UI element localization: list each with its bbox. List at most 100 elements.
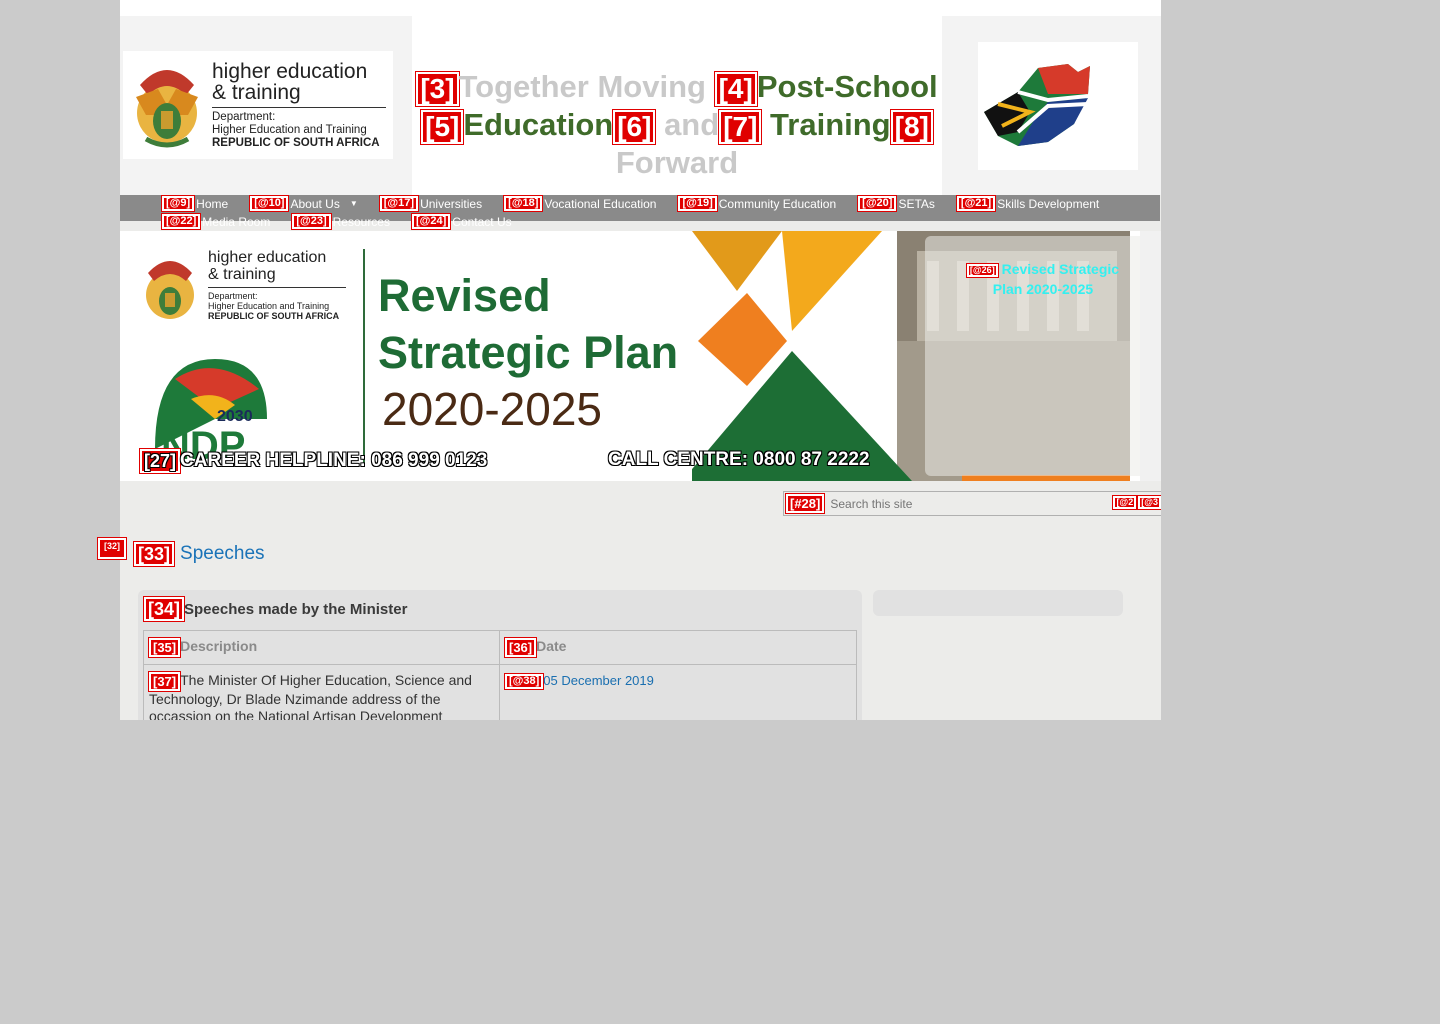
banner-side-strip — [1140, 231, 1161, 481]
annotation-tag: [33] — [132, 541, 176, 567]
strategic-plan-banner[interactable]: higher education & training Department: … — [120, 231, 1140, 481]
slogan-word: Forward — [615, 145, 739, 180]
page-title-text: Speeches — [180, 543, 265, 564]
nav-row-1: [@9] Home [@10] About Us ▼ [@17] Universitie… — [160, 195, 1121, 212]
nav-item-resources[interactable]: [@23] Resources — [291, 213, 390, 230]
nav-item-contact-us[interactable]: [@24] Contact Us — [410, 213, 512, 230]
search-buttons: [@2 [@3 — [1111, 495, 1161, 510]
banner-logo-sub3: REPUBLIC OF SOUTH AFRICA — [208, 311, 340, 321]
annotation-tag: [@26] — [965, 262, 999, 278]
logo-sub-line2: Higher Education and Training — [212, 123, 367, 136]
career-helpline: [27] CAREER HELPLINE: 086 999 0123 — [138, 448, 488, 474]
nav-label: Vocational Education — [544, 196, 657, 211]
search-input[interactable] — [828, 495, 1123, 512]
nav-item-skills-development[interactable]: [@21] Skills Development — [955, 195, 1100, 212]
banner-caption-link[interactable]: [@26] Revised Strategic Plan 2020-2025 — [958, 259, 1128, 299]
banner-headline-line2: Strategic Plan — [378, 327, 679, 378]
annotation-tag: [@10] — [249, 195, 290, 212]
sa-map-flag-icon — [984, 64, 1090, 146]
ndp-logo-icon: 2030 NDP — [155, 359, 267, 459]
banner-logo-title1: higher education — [208, 249, 327, 266]
nav-item-home[interactable]: [@9] Home — [160, 195, 229, 212]
logo-text: higher education & training Department: … — [212, 61, 386, 150]
slogan-word: Together Moving — [458, 69, 706, 104]
ndp-year: 2030 — [217, 408, 253, 425]
annotation-tag: [8] — [889, 108, 934, 145]
speeches-card: [34] Speeches made by the Minister [35] D… — [138, 590, 862, 720]
logo-title-line2: & training — [212, 80, 301, 104]
column-header-description[interactable]: [35] Description — [143, 630, 500, 665]
card-title-text: Speeches made by the Minister — [184, 600, 408, 618]
speech-date-link[interactable]: 05 December 2019 — [543, 673, 654, 688]
logo-divider — [212, 106, 386, 108]
logo-title-line1: higher education — [212, 59, 368, 83]
column-header-label: Date — [536, 638, 567, 655]
nav-item-community-education[interactable]: [@19] Community Education — [677, 195, 837, 212]
annotation-tag: [37] — [147, 671, 182, 692]
annotation-tag: [@24] — [410, 213, 452, 230]
advanced-search-button[interactable]: [@3 — [1137, 495, 1161, 510]
nav-label: Contact Us — [452, 214, 512, 229]
slogan-word: and — [664, 107, 720, 142]
site-container: higher education & training Department: … — [120, 0, 1161, 720]
chevron-down-icon[interactable]: ▼ — [350, 199, 358, 208]
column-header-label: Description — [180, 638, 258, 655]
speech-description: [37] The Minister Of Higher Education, Sc… — [143, 664, 500, 720]
banner-logo-sub1: Department: — [208, 291, 258, 301]
banner-divider — [363, 249, 365, 464]
table-header-row: [35] Description [36] Date — [143, 630, 857, 665]
nav-item-setas[interactable]: [@20] SETAs — [857, 195, 935, 212]
slogan-banner: [3] Together Moving [4] Post-School [5] Edu… — [412, 16, 942, 195]
annotation-tag: [@19] — [677, 195, 718, 212]
nav-label: Home — [196, 196, 229, 211]
speech-description-text: The Minister Of Higher Education, Scienc… — [149, 672, 472, 720]
speech-date: [@38] 05 December 2019 — [499, 664, 857, 720]
logo-sub-line3: REPUBLIC OF SOUTH AFRICA — [212, 136, 380, 149]
banner-caption-line1: Revised Strategic — [1001, 261, 1120, 277]
nav-item-media-room[interactable]: [@22] Media Room — [160, 213, 271, 230]
annotation-tag: [@20] — [857, 195, 898, 212]
banner-logo-divider — [208, 287, 346, 288]
page-title: [33] Speeches — [132, 541, 265, 567]
annotation-tag: [36] — [503, 637, 538, 658]
coat-of-arms-icon — [146, 261, 194, 319]
annotation-tag: [7] — [718, 108, 763, 145]
nav-label: Community Education — [718, 196, 837, 211]
logo-sub-line1: Department: — [212, 110, 276, 123]
annotation-tag: [35] — [147, 637, 182, 658]
search-button[interactable]: [@2 — [1112, 495, 1138, 510]
annotation-tag: [4] — [713, 70, 758, 107]
helpline-text: CAREER HELPLINE: 086 999 0123 — [180, 450, 488, 471]
nav-item-about-us[interactable]: [@10] About Us ▼ — [249, 195, 358, 212]
nav-label: Universities — [420, 196, 483, 211]
annotation-tag: [#28] — [784, 493, 826, 514]
annotation-tag: [5] — [420, 108, 465, 145]
nav-label: Media Room — [202, 214, 271, 229]
annotation-tag: [27] — [138, 448, 182, 474]
annotation-tag: [6] — [612, 108, 657, 145]
banner-years: 2020-2025 — [382, 383, 602, 435]
slogan-word: Education — [463, 107, 614, 142]
annotation-tag: [32] — [96, 537, 128, 560]
speeches-table: [35] Description [36] Date [37] The Ministe… — [143, 630, 857, 720]
annotation-tag: [@18] — [503, 195, 544, 212]
nav-label: Skills Development — [997, 196, 1100, 211]
banner-logo: higher education & training Department: … — [140, 249, 346, 329]
slogan-word: Post-School — [756, 69, 938, 104]
column-header-date[interactable]: [36] Date — [499, 630, 857, 665]
card-title: [34] Speeches made by the Minister — [142, 596, 408, 622]
nav-label: Resources — [332, 214, 390, 229]
annotation-tag: [@17] — [378, 195, 420, 212]
banner-headline-line1: Revised — [378, 270, 551, 321]
nav-label: SETAs — [898, 196, 935, 211]
annotation-tag: [3] — [415, 70, 460, 107]
nav-item-vocational-education[interactable]: [@18] Vocational Education — [503, 195, 657, 212]
nav-row-2: [@22] Media Room [@23] Resources [@24] Cont… — [160, 213, 534, 230]
slogan-text: [3] Together Moving [4] Post-School [5] Edu… — [412, 68, 942, 182]
call-centre: CALL CENTRE: 0800 87 2222 — [608, 449, 870, 470]
annotation-tag: [@21] — [955, 195, 997, 212]
sidebar-card — [873, 590, 1123, 616]
nav-item-universities[interactable]: [@17] Universities — [378, 195, 483, 212]
top-strip — [120, 0, 1161, 16]
department-logo[interactable]: higher education & training Department: … — [123, 51, 393, 159]
